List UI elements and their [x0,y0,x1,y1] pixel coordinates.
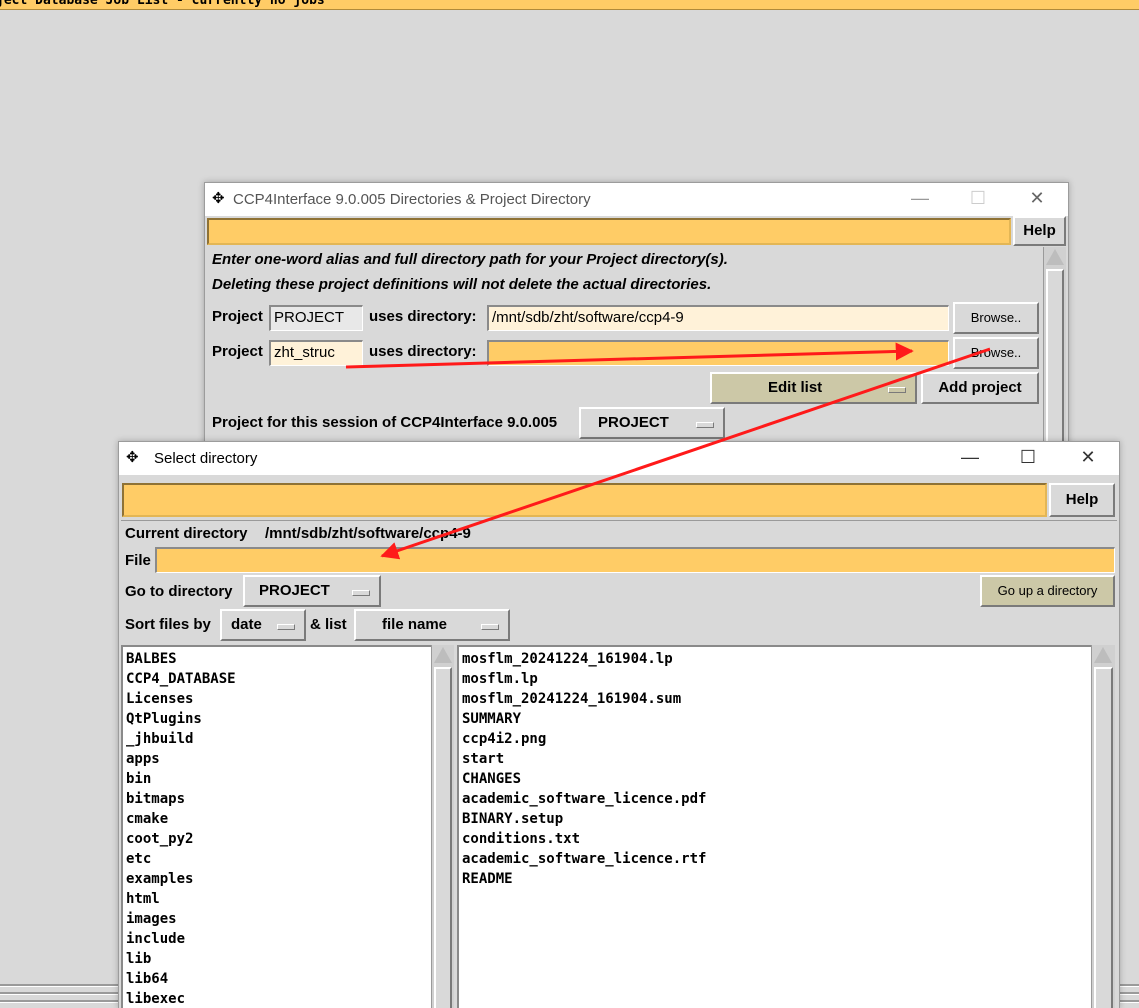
maximize-icon[interactable]: ☐ [963,188,993,209]
close-icon[interactable]: ✕ [1073,447,1103,468]
file-list-item[interactable]: mosflm_20241224_161904.lp [462,649,1091,669]
directory-list-item[interactable]: BALBES [126,649,433,669]
session-project-value: PROJECT [598,414,669,431]
background-title-bar: ject Database Job List - currently no jo… [0,0,1139,10]
directory-list-item[interactable]: coot_py2 [126,829,433,849]
session-project-menu[interactable]: PROJECT [579,407,725,439]
sort-files-label: Sort files by [125,616,211,633]
minimize-icon[interactable]: — [955,447,985,468]
directory-list-item[interactable]: Licenses [126,689,433,709]
edit-list-menu[interactable]: Edit list [710,372,917,404]
file-list-item[interactable]: conditions.txt [462,829,1091,849]
directory-list[interactable]: BALBES CCP4_DATABASE Licenses QtPlugins _jhb… [121,645,433,1008]
directory-list-item[interactable]: cmake [126,809,433,829]
project-label-2: Project [212,343,263,360]
project-directory-1[interactable]: /mnt/sdb/zht/software/ccp4-9 [487,305,949,331]
directory-list-item[interactable]: _jhbuild [126,729,433,749]
menu-indicator-icon [696,422,714,428]
file-input[interactable] [155,547,1115,573]
app-icon: ✥ [212,190,225,207]
current-directory-label: Current directory [125,525,248,542]
directories-window-title: CCP4Interface 9.0.005 Directories & Proj… [233,191,591,208]
scroll-up-icon[interactable] [434,647,452,663]
goto-directory-menu[interactable]: PROJECT [243,575,381,607]
browse-button-2[interactable]: Browse.. [953,337,1039,369]
directories-message-bar [207,218,1011,245]
edit-list-label: Edit list [768,379,823,396]
scroll-up-icon[interactable] [1094,647,1112,663]
menu-indicator-icon [352,590,370,596]
directory-list-item[interactable]: etc [126,849,433,869]
add-project-button[interactable]: Add project [921,372,1039,404]
directory-list-item[interactable]: include [126,929,433,949]
project-label-1: Project [212,308,263,325]
directories-titlebar[interactable]: ✥ CCP4Interface 9.0.005 Directories & Pr… [205,183,1068,216]
directory-list-items: BALBES CCP4_DATABASE Licenses QtPlugins _jhb… [123,647,433,1008]
file-list-item[interactable]: mosflm_20241224_161904.sum [462,689,1091,709]
file-list[interactable]: mosflm_20241224_161904.lp mosflm.lp mosflm… [457,645,1091,1008]
menu-indicator-icon [481,624,499,630]
select-directory-window: ✥ Select directory — ☐ ✕ Help Current di… [118,441,1120,1008]
goto-directory-label: Go to directory [125,583,233,600]
intro-line-2: Deleting these project definitions will … [212,276,712,293]
directory-list-item[interactable]: QtPlugins [126,709,433,729]
directory-list-item[interactable]: examples [126,869,433,889]
minimize-icon[interactable]: — [905,188,935,209]
file-list-item[interactable]: mosflm.lp [462,669,1091,689]
file-list-item[interactable]: start [462,749,1091,769]
directory-list-item[interactable]: bitmaps [126,789,433,809]
list-label: & list [310,616,347,633]
file-list-items: mosflm_20241224_161904.lp mosflm.lp mosflm… [459,647,1091,889]
file-list-item[interactable]: academic_software_licence.pdf [462,789,1091,809]
file-list-item[interactable]: SUMMARY [462,709,1091,729]
goto-directory-value: PROJECT [259,582,330,599]
browse-button-1[interactable]: Browse.. [953,302,1039,334]
help-button[interactable]: Help [1013,216,1066,246]
scroll-thumb[interactable] [1094,667,1113,1008]
background-title: ject Database Job List - currently no jo… [0,0,325,8]
directory-list-item[interactable]: lib64 [126,969,433,989]
current-directory-value: /mnt/sdb/zht/software/ccp4-9 [265,525,471,542]
uses-directory-label-2: uses directory: [369,343,477,360]
directory-list-item[interactable]: lib [126,949,433,969]
menu-indicator-icon [277,624,295,630]
file-list-item[interactable]: README [462,869,1091,889]
session-label: Project for this session of CCP4Interfac… [212,414,558,431]
uses-directory-label-1: uses directory: [369,308,477,325]
project-alias-2[interactable]: zht_struc [269,340,363,366]
select-directory-title: Select directory [154,450,258,467]
scroll-thumb[interactable] [434,667,452,1008]
app-icon: ✥ [126,449,139,466]
menu-indicator-icon [888,387,906,393]
file-label: File [125,552,151,569]
directories-window: ✥ CCP4Interface 9.0.005 Directories & Pr… [204,182,1069,484]
select-directory-titlebar[interactable]: ✥ Select directory — ☐ ✕ [119,442,1119,475]
scroll-up-icon[interactable] [1046,249,1064,265]
sort-files-menu[interactable]: date [220,609,306,641]
directory-list-item[interactable]: CCP4_DATABASE [126,669,433,689]
directory-list-item[interactable]: images [126,909,433,929]
intro-line-1: Enter one-word alias and full directory … [212,251,728,268]
file-list-item[interactable]: ccp4i2.png [462,729,1091,749]
list-by-value: file name [382,616,448,633]
directory-list-scrollbar[interactable] [431,645,454,1008]
file-list-item[interactable]: BINARY.setup [462,809,1091,829]
project-alias-1[interactable]: PROJECT [269,305,363,331]
select-message-bar [122,483,1047,517]
directory-list-item[interactable]: bin [126,769,433,789]
directory-list-item[interactable]: apps [126,749,433,769]
maximize-icon[interactable]: ☐ [1013,447,1043,468]
file-list-item[interactable]: CHANGES [462,769,1091,789]
separator [121,520,1117,521]
directory-list-item[interactable]: html [126,889,433,909]
list-by-menu[interactable]: file name [354,609,510,641]
go-up-directory-button[interactable]: Go up a directory [980,575,1115,607]
close-icon[interactable]: ✕ [1022,188,1052,209]
file-list-item[interactable]: academic_software_licence.rtf [462,849,1091,869]
help-button[interactable]: Help [1049,483,1115,517]
directory-list-item[interactable]: libexec [126,989,433,1008]
project-directory-2[interactable] [487,340,949,366]
sort-files-value: date [231,616,262,633]
file-list-scrollbar[interactable] [1091,645,1115,1008]
